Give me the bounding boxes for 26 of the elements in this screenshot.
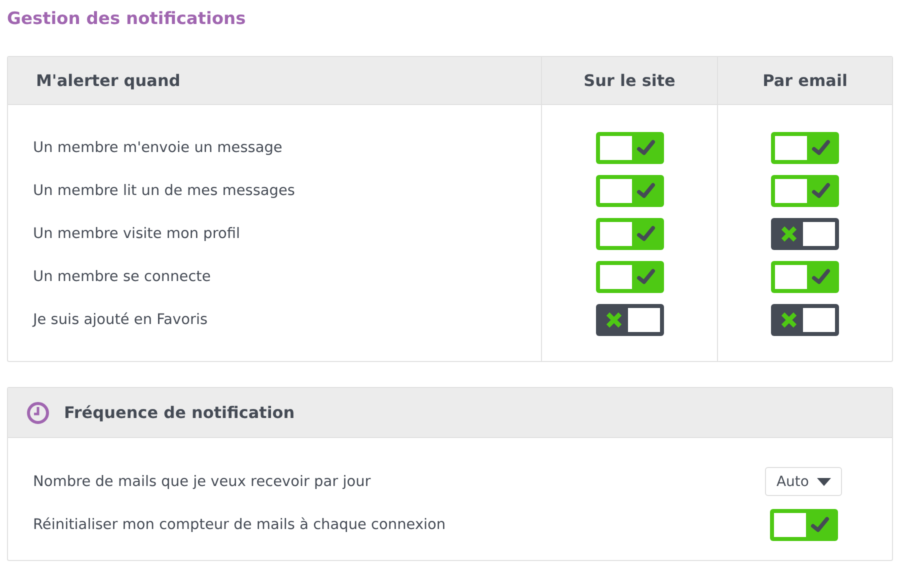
toggle-switch[interactable] [596, 132, 664, 164]
toggle-switch[interactable] [596, 174, 664, 206]
section-title: Fréquence de notification [64, 403, 295, 422]
alert-label: Un membre se connecte [33, 268, 211, 284]
clock-icon [26, 400, 50, 424]
setting-label: Nombre de mails que je veux recevoir par jour [33, 474, 371, 490]
column-header: Par email [717, 57, 892, 104]
alert-label: Un membre m'envoie un message [33, 140, 282, 156]
toggle-switch[interactable] [596, 304, 664, 336]
dropdown[interactable]: Auto [765, 467, 842, 496]
toggle-switch[interactable] [771, 132, 839, 164]
caret-icon [817, 478, 831, 486]
alert-label: Un membre lit un de mes messages [33, 182, 295, 198]
page-title: Gestion des notifications [7, 8, 247, 31]
toggle-switch[interactable] [771, 260, 839, 292]
setting-label: Réinitialiser mon compteur de mails à chaque connexion [33, 516, 446, 532]
alert-label: Je suis ajouté en Favoris [33, 312, 208, 328]
toggle-switch[interactable] [596, 260, 664, 292]
toggle-switch[interactable] [771, 174, 839, 206]
toggle-switch[interactable] [770, 508, 838, 540]
column-header: Sur le site [541, 57, 717, 104]
toggle-switch[interactable] [596, 218, 664, 250]
column-header: M'alerter quand [35, 70, 182, 92]
alert-label: Un membre visite mon profil [33, 226, 240, 242]
toggle-switch[interactable] [771, 218, 839, 250]
toggle-switch[interactable] [771, 304, 839, 336]
